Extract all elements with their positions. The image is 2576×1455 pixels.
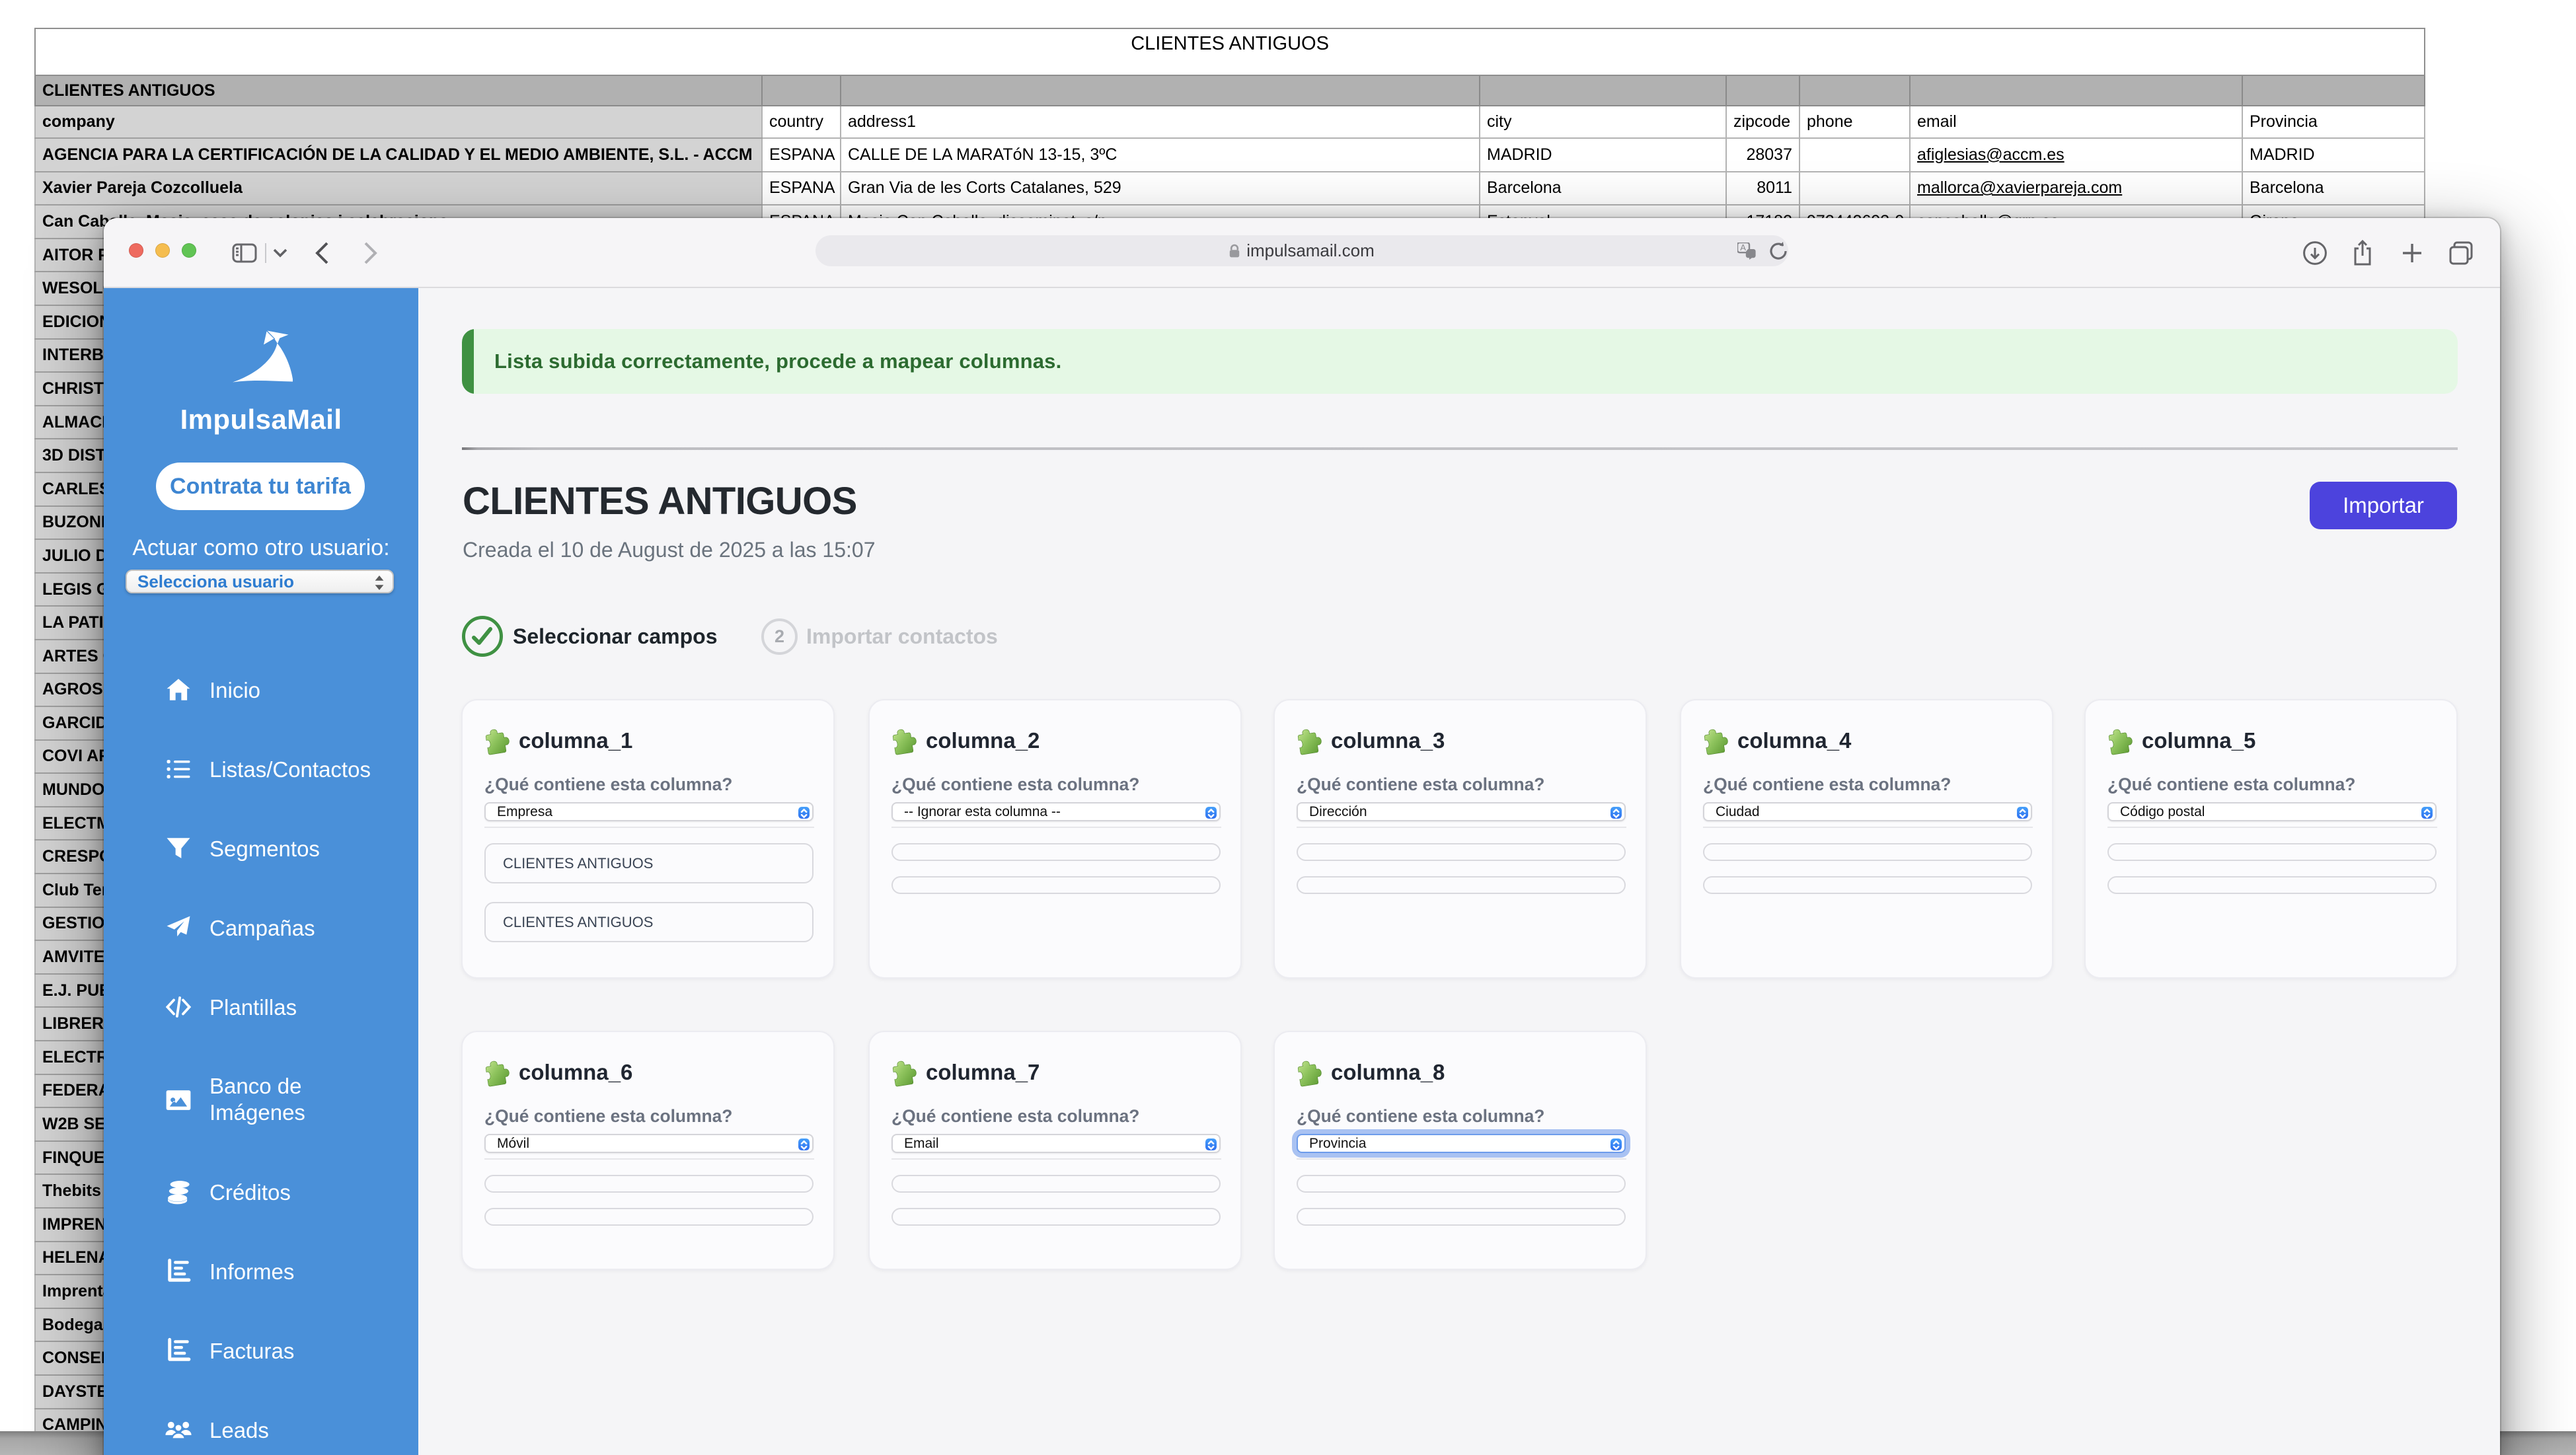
svg-text:A: A	[1740, 243, 1746, 252]
